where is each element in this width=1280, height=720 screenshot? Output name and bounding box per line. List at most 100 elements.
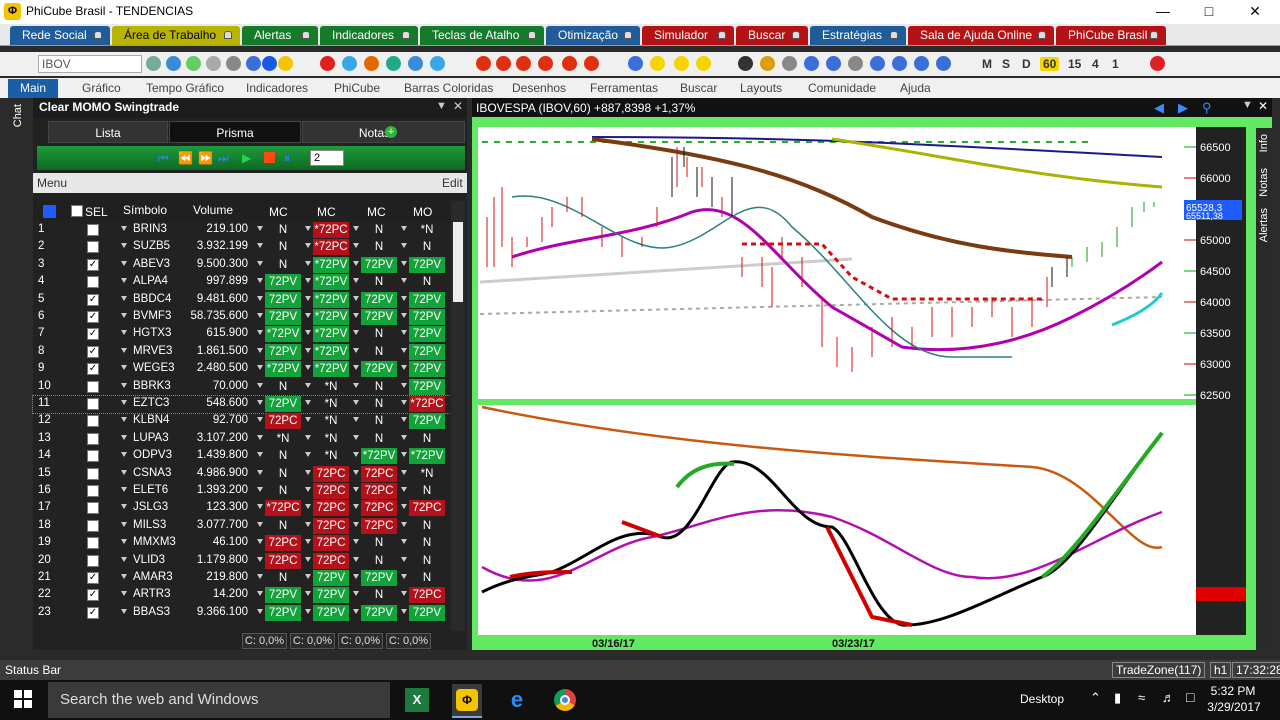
cell-dropdown-icon[interactable] [305, 278, 311, 284]
menu-ferramentas[interactable]: Ferramentas [590, 81, 658, 95]
table-row[interactable]: 23 ✓ BBAS3 9.366.100 72PV 72PV 72PV 72PV [33, 604, 451, 622]
row-checkbox[interactable]: ✓ [87, 589, 99, 602]
toolbar-icon-11[interactable] [386, 56, 401, 71]
cell-dropdown-icon[interactable] [353, 434, 359, 440]
table-row[interactable]: 21 ✓ AMAR3 219.800 N 72PV 72PV N [33, 570, 451, 587]
phicube-taskbar-button[interactable]: Φ [452, 684, 482, 718]
cell-dropdown-icon[interactable] [257, 417, 263, 423]
toolbar-icon-16[interactable] [516, 56, 531, 71]
period-button-S[interactable]: S [1002, 57, 1010, 71]
toolbar-icon-0[interactable] [146, 56, 161, 71]
toolbar-icon-9[interactable] [342, 56, 357, 71]
table-row[interactable]: 6 ✓ BVMF3 58.735.600 72PV *72PV 72PV 72PV [33, 309, 451, 326]
cell-dropdown-icon[interactable] [353, 400, 359, 405]
row-dropdown-icon[interactable] [121, 487, 127, 492]
stop-icon[interactable] [264, 152, 275, 163]
symbol-cell[interactable]: BRIN3 [133, 223, 167, 235]
tab-close-icon[interactable] [792, 31, 800, 39]
pin-icon[interactable]: ▼ [436, 100, 447, 112]
excel-icon[interactable]: X [405, 688, 429, 712]
symbol-cell[interactable]: JSLG3 [133, 501, 168, 513]
tab-close-icon[interactable] [302, 31, 310, 39]
cell-dropdown-icon[interactable] [257, 539, 263, 545]
symbol-input[interactable]: IBOV [38, 55, 142, 73]
row-dropdown-icon[interactable] [121, 226, 127, 231]
row-checkbox[interactable] [87, 241, 99, 254]
cell-dropdown-icon[interactable] [401, 400, 407, 405]
windows-start-icon[interactable] [14, 690, 32, 708]
cell-dropdown-icon[interactable] [305, 574, 311, 579]
table-row[interactable]: 9 ✓ WEGE3 2.480.500 *72PV *72PV 72PV 72PV [33, 361, 451, 378]
col-volume[interactable]: Volume [193, 203, 233, 217]
row-checkbox[interactable] [87, 467, 99, 480]
row-dropdown-icon[interactable] [121, 260, 127, 266]
toolbar-icon-2[interactable] [186, 56, 201, 71]
cell-dropdown-icon[interactable] [257, 400, 263, 405]
table-row[interactable]: 8 ✓ MRVE3 1.861.500 72PV *72PV N 72PV [33, 343, 451, 361]
cell-dropdown-icon[interactable] [305, 469, 311, 475]
tab-close-icon[interactable] [718, 31, 726, 39]
row-dropdown-icon[interactable] [121, 574, 127, 579]
col-sel[interactable]: SEL [85, 205, 108, 219]
col-mc3[interactable]: MC [367, 205, 386, 219]
toolbar-icon-32[interactable] [914, 56, 929, 71]
symbol-cell[interactable]: MRVE3 [133, 345, 172, 357]
first-icon[interactable]: ⏮ [158, 151, 169, 166]
cell-dropdown-icon[interactable] [305, 347, 311, 353]
cell-dropdown-icon[interactable] [401, 469, 407, 475]
col-mc2[interactable]: MC [317, 205, 336, 219]
table-row[interactable]: 20 VLID3 1.179.800 72PC 72PC N N [33, 552, 451, 570]
menu-indicadores[interactable]: Indicadores [246, 81, 308, 95]
toolbar-icon-24[interactable] [738, 56, 753, 71]
row-checkbox[interactable] [87, 224, 99, 236]
symbol-cell[interactable]: WEGE3 [133, 362, 175, 374]
cell-dropdown-icon[interactable] [353, 556, 359, 562]
rewind-icon[interactable]: ⏪ [178, 151, 193, 165]
cell-dropdown-icon[interactable] [257, 521, 263, 527]
cell-dropdown-icon[interactable] [401, 313, 407, 318]
cell-dropdown-icon[interactable] [353, 452, 359, 458]
table-row[interactable]: 16 ELET6 1.393.200 N 72PC 72PC N [33, 483, 451, 500]
taskbar-search-box[interactable]: Search the web and Windows [48, 682, 390, 718]
cell-dropdown-icon[interactable] [353, 382, 359, 388]
row-dropdown-icon[interactable] [121, 295, 127, 301]
menu-main[interactable]: Main [8, 79, 58, 98]
chart-forward-icon[interactable]: ▶ [1178, 100, 1188, 116]
toolbar-icon-31[interactable] [892, 56, 907, 71]
cell-dropdown-icon[interactable] [353, 365, 359, 371]
side-tab-alertas[interactable]: Alertas [1258, 208, 1270, 242]
cell-dropdown-icon[interactable] [257, 382, 263, 388]
toolbar-icon-20[interactable] [628, 56, 643, 71]
cell-dropdown-icon[interactable] [401, 521, 407, 527]
cell-dropdown-icon[interactable] [401, 487, 407, 492]
symbol-cell[interactable]: CSNA3 [133, 467, 171, 479]
symbol-cell[interactable]: KLBN4 [133, 414, 169, 426]
row-checkbox[interactable]: ✓ [87, 572, 99, 584]
tab-close-icon[interactable] [890, 31, 898, 39]
cell-dropdown-icon[interactable] [305, 417, 311, 423]
menu-tempo-gráfico[interactable]: Tempo Gráfico [146, 81, 224, 95]
toolbar-icon-18[interactable] [562, 56, 577, 71]
cell-dropdown-icon[interactable] [401, 382, 407, 388]
cell-dropdown-icon[interactable] [353, 539, 359, 545]
symbol-cell[interactable]: EZTC3 [133, 397, 169, 409]
cell-dropdown-icon[interactable] [353, 330, 359, 336]
cell-dropdown-icon[interactable] [305, 591, 311, 597]
cell-dropdown-icon[interactable] [257, 452, 263, 458]
table-row[interactable]: 4 ALPA4 997.899 72PV *72PV N N [33, 274, 451, 291]
row-dropdown-icon[interactable] [121, 539, 127, 545]
row-dropdown-icon[interactable] [121, 313, 127, 318]
cell-dropdown-icon[interactable] [257, 295, 263, 301]
toolbar-icon-22[interactable] [674, 56, 689, 71]
menu-comunidade[interactable]: Comunidade [808, 81, 876, 95]
row-checkbox[interactable] [87, 485, 99, 497]
symbol-cell[interactable]: AMAR3 [133, 571, 173, 583]
cell-dropdown-icon[interactable] [401, 608, 407, 614]
table-row[interactable]: 22 ✓ ARTR3 14.200 72PV 72PV N 72PC [33, 587, 451, 604]
table-row[interactable]: 13 LUPA3 3.107.200 *N *N N N [33, 431, 451, 448]
symbol-cell[interactable]: BVMF3 [133, 310, 171, 322]
cell-dropdown-icon[interactable] [257, 574, 263, 579]
tab-lista[interactable]: Lista [48, 121, 168, 143]
chart-zoom-icon[interactable]: ⚲ [1202, 100, 1212, 116]
row-dropdown-icon[interactable] [121, 330, 127, 336]
